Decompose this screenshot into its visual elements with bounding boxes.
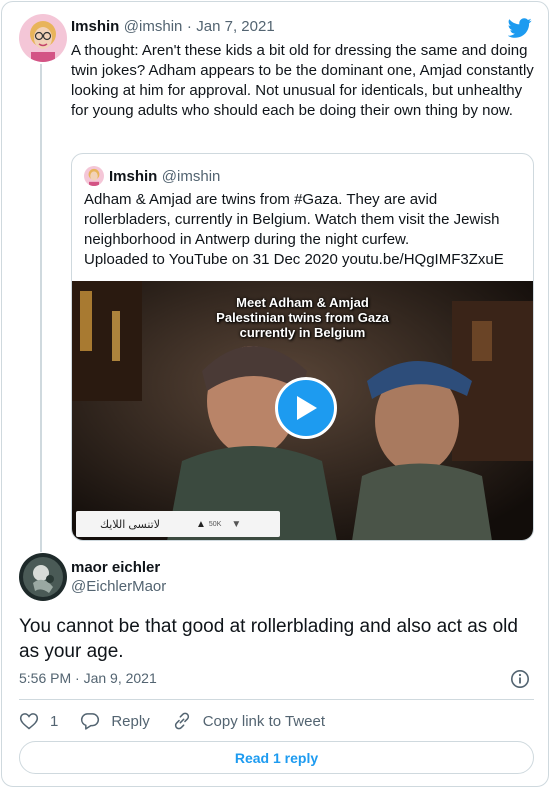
like-button[interactable]: 1 (19, 711, 58, 731)
video-thumbnail[interactable]: Meet Adham & Amjad Palestinian twins fro… (72, 281, 533, 540)
tweet3-text: You cannot be that good at rollerblading… (19, 616, 518, 662)
quoted-author-name: Imshin (109, 167, 158, 185)
tweet1-text: A thought: Aren't these kids a bit old f… (71, 42, 534, 119)
tweet1-date-separator: · (186, 18, 192, 35)
video-like-count: 50K (208, 520, 222, 528)
tweet1-date[interactable]: Jan 7, 2021 (196, 18, 274, 35)
quoted-author-handle: @imshin (161, 167, 221, 185)
tweet1-author-name[interactable]: Imshin (71, 18, 119, 35)
quoted-avatar-imshin (84, 166, 104, 186)
tweet3-timestamp[interactable]: 5:56 PM · Jan 9, 2021 (19, 670, 157, 686)
video-overlay-bar: لاتنسى اللايك ▲ 50K ▼ (76, 511, 280, 537)
video-caption-line1: Meet Adham & Amjad (236, 295, 369, 310)
reply-icon (81, 713, 100, 730)
divider (19, 699, 534, 700)
twitter-bird-icon[interactable] (508, 16, 532, 40)
heart-icon (19, 713, 39, 730)
like-count: 1 (50, 712, 59, 730)
quoted-tweet-text: Adham & Amjad are twins from #Gaza. They… (84, 190, 524, 270)
link-icon (174, 712, 189, 730)
tweet1-header: Imshin @imshin · Jan 7, 2021 (71, 18, 275, 36)
tweet-thread-card: Imshin @imshin · Jan 7, 2021 A thought: … (1, 1, 549, 787)
tweet1-author-handle[interactable]: @imshin (124, 18, 183, 35)
avatar-eichlermaor[interactable] (19, 553, 67, 601)
tweet3-header: maor eichler @EichlerMaor (71, 559, 166, 597)
action-bar: 1 Reply Copy link to Tweet (19, 710, 347, 732)
read-replies-button[interactable]: Read 1 reply (19, 741, 534, 774)
play-button[interactable] (275, 377, 337, 439)
video-caption-line3: currently in Belgium (239, 325, 366, 340)
copy-link-button[interactable]: Copy link to Tweet (172, 711, 325, 731)
video-caption: Meet Adham & Amjad Palestinian twins fro… (72, 295, 533, 340)
video-overlay-text: لاتنسى اللايك (100, 518, 160, 531)
copy-link-label: Copy link to Tweet (202, 712, 325, 730)
quoted-tweet[interactable]: Imshin @imshin Adham & Amjad are twins f… (71, 153, 534, 541)
quoted-text-line2: Uploaded to YouTube on 31 Dec 2020 youtu… (84, 251, 504, 268)
reply-button[interactable]: Reply (80, 711, 150, 731)
play-icon (297, 396, 317, 420)
thread-connector-line (40, 64, 42, 552)
info-icon[interactable] (510, 669, 530, 689)
tweet3-author-handle[interactable]: @EichlerMaor (71, 577, 166, 597)
thumbs-down-icon: ▼ (231, 518, 242, 530)
reply-label: Reply (111, 712, 150, 730)
thumbs-up-icon: ▲ (196, 518, 206, 530)
quoted-text-line1: Adham & Amjad are twins from #Gaza. They… (84, 191, 500, 248)
tweet3-author-name[interactable]: maor eichler (71, 559, 166, 577)
video-caption-line2: Palestinian twins from Gaza (216, 310, 389, 325)
avatar-imshin[interactable] (19, 14, 67, 62)
quoted-tweet-header: Imshin @imshin (84, 166, 220, 186)
